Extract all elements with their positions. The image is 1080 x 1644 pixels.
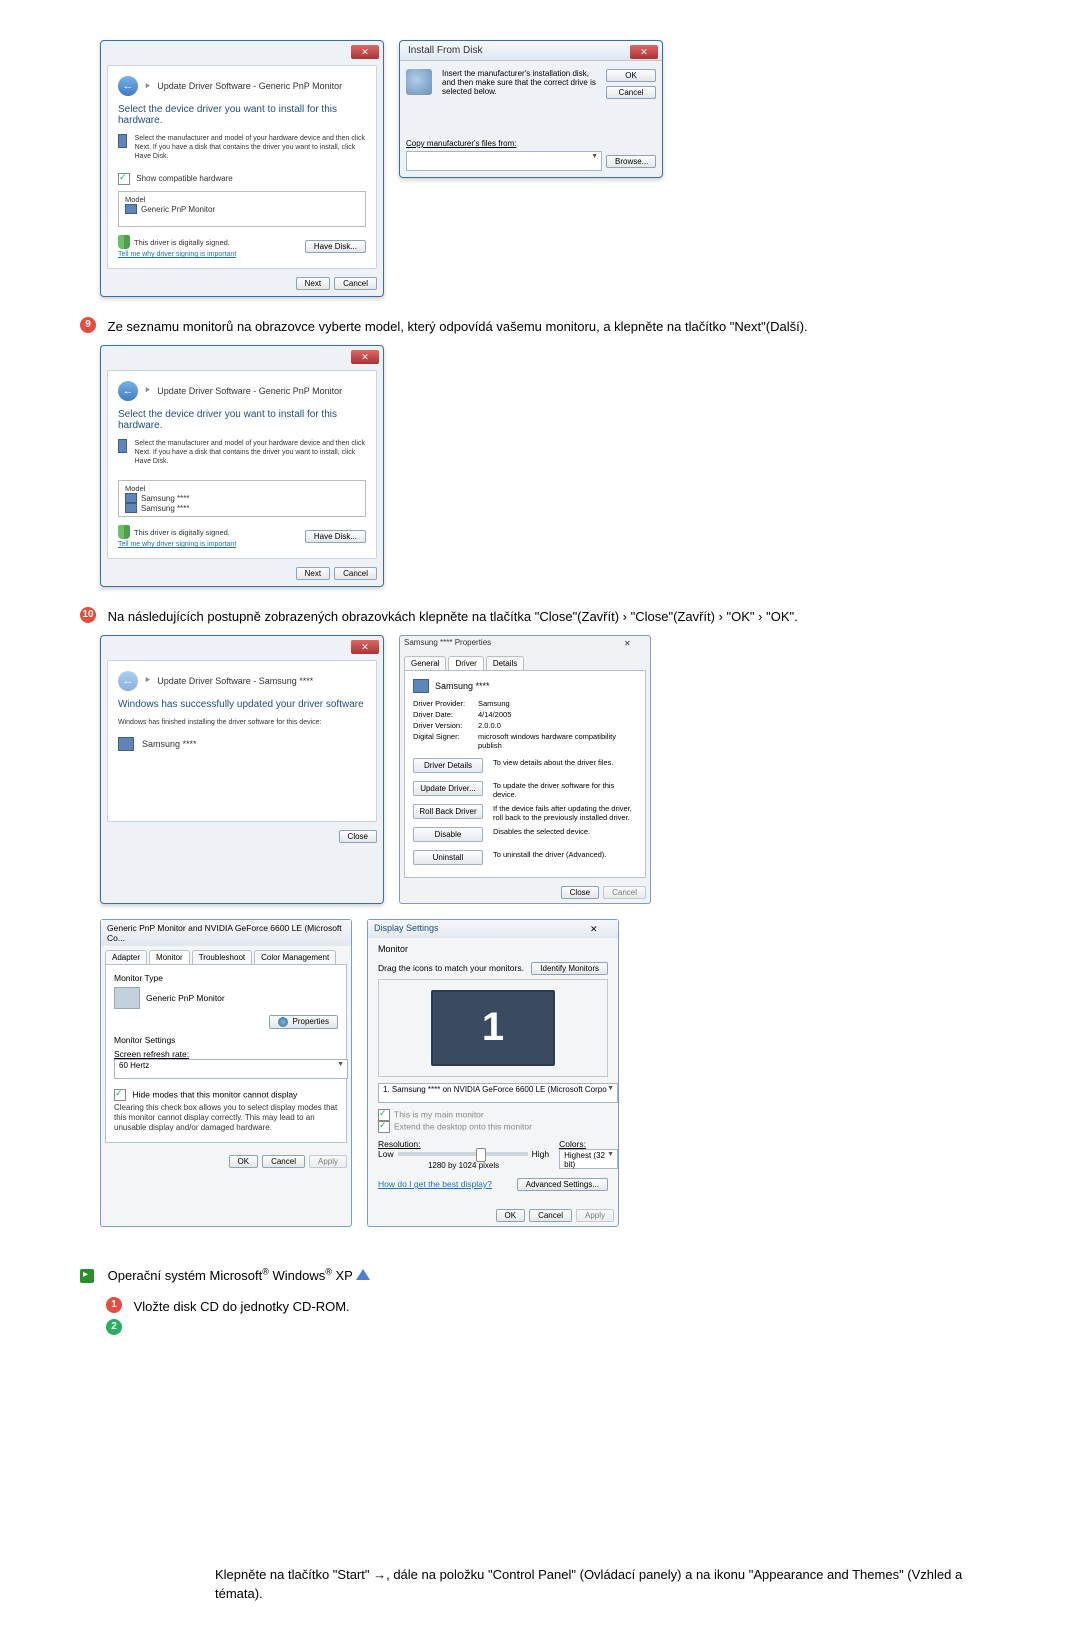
tab-general[interactable]: General — [404, 656, 446, 670]
cancel-button: Cancel — [603, 886, 646, 899]
monitor-select[interactable]: 1. Samsung **** on NVIDIA GeForce 6600 L… — [378, 1083, 618, 1103]
why-signing-link[interactable]: Tell me why driver signing is important — [118, 251, 236, 258]
best-display-link[interactable]: How do I get the best display? — [378, 1179, 492, 1189]
breadcrumb: Update Driver Software - Samsung **** — [157, 676, 313, 686]
dialog-title: Select the device driver you want to ins… — [118, 104, 366, 126]
extend-checkbox — [378, 1121, 390, 1133]
dialog-title: Select the device driver you want to ins… — [118, 409, 366, 431]
show-compatible-checkbox[interactable] — [118, 173, 130, 185]
expand-icon[interactable] — [80, 1269, 94, 1283]
resolution-slider[interactable] — [398, 1152, 528, 1156]
close-icon[interactable]: ✕ — [351, 640, 379, 654]
monitor-icon — [118, 134, 127, 148]
dialog-title: Install From Disk — [400, 41, 662, 61]
tab-troubleshoot[interactable]: Troubleshoot — [192, 950, 252, 964]
disk-icon — [406, 69, 432, 95]
monitor-icon — [413, 679, 429, 693]
shield-icon — [118, 235, 130, 249]
close-icon[interactable]: ✕ — [590, 923, 612, 935]
advanced-button[interactable]: Advanced Settings... — [517, 1178, 608, 1191]
tab-details[interactable]: Details — [486, 656, 524, 670]
step-1-marker: 1 — [106, 1297, 122, 1313]
list-item[interactable]: Generic PnP Monitor — [141, 205, 215, 214]
driver-details-button[interactable]: Driver Details — [413, 758, 483, 773]
tab-driver[interactable]: Driver — [448, 656, 483, 670]
tab-color[interactable]: Color Management — [254, 950, 336, 964]
uninstall-button[interactable]: Uninstall — [413, 850, 483, 865]
apply-button: Apply — [576, 1209, 614, 1222]
dialog-title: Windows has successfully updated your dr… — [118, 699, 366, 710]
back-icon[interactable]: ← — [118, 381, 138, 401]
next-button[interactable]: Next — [296, 567, 330, 580]
path-input[interactable] — [406, 151, 602, 171]
monitor-icon — [118, 737, 134, 751]
step-10-text: Na následujících postupně zobrazených ob… — [108, 607, 868, 627]
close-button[interactable]: Close — [339, 830, 377, 843]
monitor-icon — [125, 503, 137, 513]
back-icon[interactable]: ← — [118, 76, 138, 96]
monitor-icon — [125, 493, 137, 503]
update-driver-button[interactable]: Update Driver... — [413, 781, 483, 796]
monitor-properties-dialog: Generic PnP Monitor and NVIDIA GeForce 6… — [100, 919, 352, 1227]
model-list[interactable]: Model Generic PnP Monitor — [118, 191, 366, 227]
monitor-icon — [125, 204, 137, 214]
step-9-text: Ze seznamu monitorů na obrazovce vyberte… — [108, 317, 868, 337]
monitor-icon — [118, 439, 127, 453]
back-icon: ← — [118, 671, 138, 691]
monitor-layout-icon[interactable]: 1 — [431, 990, 555, 1066]
cancel-button[interactable]: Cancel — [262, 1155, 305, 1168]
bottom-instruction: Klepněte na tlačítko "Start" →, dále na … — [215, 1565, 1000, 1604]
tab-adapter[interactable]: Adapter — [105, 950, 147, 964]
update-driver-dialog-1: ✕ ← ⯈ Update Driver Software - Generic P… — [100, 40, 384, 297]
cancel-button[interactable]: Cancel — [606, 86, 656, 99]
cancel-button[interactable]: Cancel — [529, 1209, 572, 1222]
apply-button: Apply — [309, 1155, 347, 1168]
display-settings-dialog: Display Settings ✕ Monitor Drag the icon… — [367, 919, 619, 1227]
have-disk-button[interactable]: Have Disk... — [305, 530, 366, 543]
tab-monitor[interactable]: Monitor — [149, 950, 190, 964]
shield-icon — [118, 525, 130, 539]
breadcrumb: Update Driver Software - Generic PnP Mon… — [157, 386, 342, 396]
update-driver-dialog-2: ✕ ← ⯈ Update Driver Software - Generic P… — [100, 345, 384, 587]
browse-button[interactable]: Browse... — [606, 155, 656, 168]
ok-button[interactable]: OK — [229, 1155, 259, 1168]
install-from-disk-dialog: ✕ Install From Disk Insert the manufactu… — [399, 40, 663, 178]
close-icon[interactable]: ✕ — [630, 45, 658, 59]
step-10-marker: 10 — [80, 607, 96, 623]
next-button[interactable]: Next — [296, 277, 330, 290]
driver-properties-dialog: Samsung **** Properties ✕ General Driver… — [399, 635, 651, 904]
why-signing-link[interactable]: Tell me why driver signing is important — [118, 541, 236, 548]
xp-heading: Operační systém Microsoft® Windows® XP — [108, 1268, 357, 1283]
step-2-marker: 2 — [106, 1319, 122, 1335]
properties-button[interactable]: Properties — [269, 1015, 338, 1029]
colors-select[interactable]: Highest (32 bit) — [559, 1149, 618, 1169]
ok-button[interactable]: OK — [496, 1209, 526, 1222]
cancel-button[interactable]: Cancel — [334, 567, 377, 580]
close-button[interactable]: Close — [561, 886, 599, 899]
monitor-icon — [114, 987, 140, 1009]
have-disk-button[interactable]: Have Disk... — [305, 240, 366, 253]
disable-button[interactable]: Disable — [413, 827, 483, 842]
rollback-button[interactable]: Roll Back Driver — [413, 804, 483, 819]
up-arrow-icon[interactable] — [356, 1269, 370, 1280]
refresh-rate-select[interactable]: 60 Hertz — [114, 1059, 348, 1079]
model-list[interactable]: Model Samsung **** Samsung **** — [118, 480, 366, 517]
close-icon[interactable]: ✕ — [624, 638, 646, 650]
update-done-dialog: ✕ ← ⯈ Update Driver Software - Samsung *… — [100, 635, 384, 904]
identify-button[interactable]: Identify Monitors — [531, 962, 608, 975]
ok-button[interactable]: OK — [606, 69, 656, 82]
step-9-marker: 9 — [80, 317, 96, 333]
cancel-button[interactable]: Cancel — [334, 277, 377, 290]
close-icon[interactable]: ✕ — [351, 350, 379, 364]
close-icon[interactable]: ✕ — [351, 45, 379, 59]
hide-modes-checkbox[interactable] — [114, 1089, 126, 1101]
list-item[interactable]: Samsung **** — [141, 504, 189, 513]
list-item[interactable]: Samsung **** — [141, 494, 189, 503]
xp-step-1: Vložte disk CD do jednotky CD-ROM. — [134, 1297, 894, 1317]
breadcrumb: Update Driver Software - Generic PnP Mon… — [157, 81, 342, 91]
